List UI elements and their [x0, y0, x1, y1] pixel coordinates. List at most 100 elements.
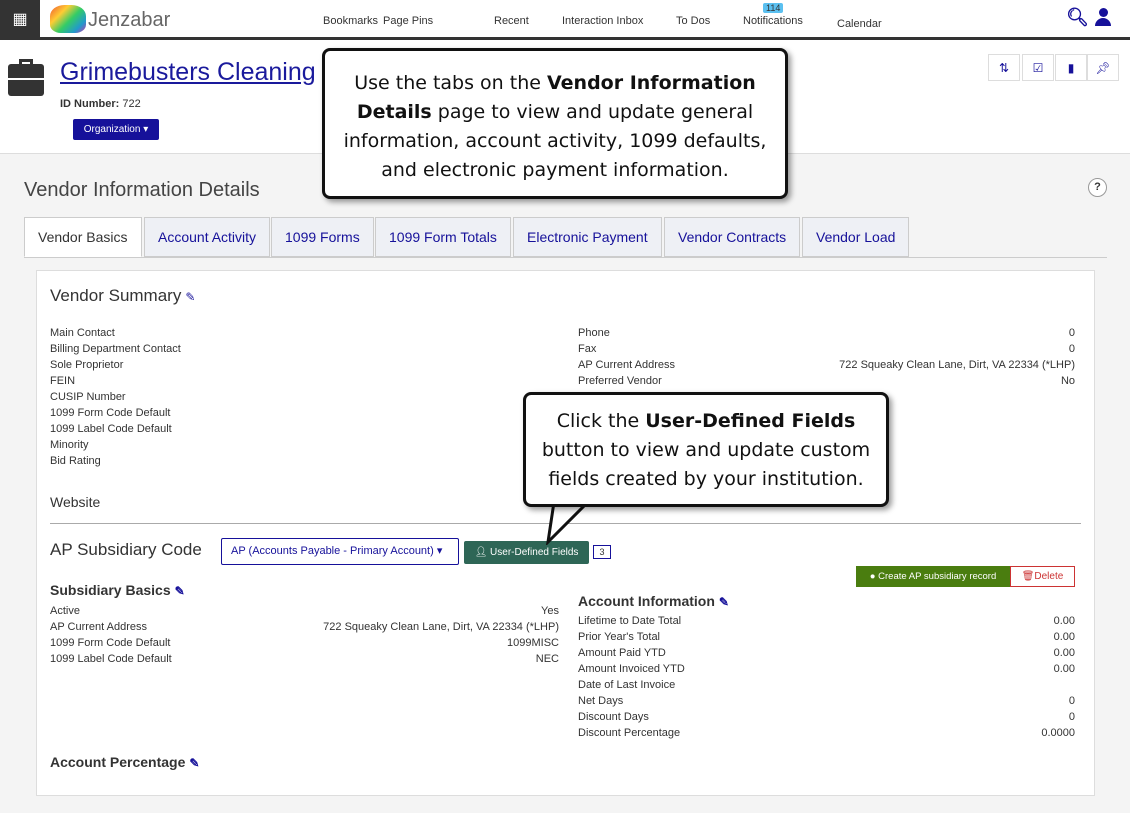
- search-icon[interactable]: 🔍︎: [1066, 7, 1089, 28]
- field-label: Lifetime to Date Total: [578, 615, 682, 627]
- field-label: Preferred Vendor: [578, 375, 662, 387]
- website-label: Website: [50, 494, 101, 510]
- edit-pencil-icon[interactable]: ✎: [185, 290, 195, 304]
- nav-calendar[interactable]: Calendar: [837, 18, 882, 30]
- edit-pencil-icon[interactable]: ✎: [175, 584, 185, 598]
- udf-count-badge: 3: [593, 545, 611, 559]
- edit-pencil-icon[interactable]: ✎: [189, 756, 199, 770]
- tabs-callout: Use the tabs on the Vendor Information D…: [322, 48, 788, 199]
- briefcase-icon: [8, 59, 44, 96]
- field-value: 0: [1068, 711, 1075, 723]
- tab-electronic-payment[interactable]: Electronic Payment: [513, 217, 662, 257]
- subsidiary-code-select[interactable]: AP (Accounts Payable - Primary Account) …: [221, 538, 459, 565]
- field-label: Billing Department Contact: [50, 343, 181, 355]
- summary-right-list: Phone 0 Fax 0 AP Current Address 722 Squeak…: [578, 325, 1075, 389]
- delete-button[interactable]: 🗑︎Delete: [1010, 566, 1075, 587]
- nav-to-dos[interactable]: To Dos: [676, 15, 710, 27]
- nav-notifications[interactable]: Notifications: [743, 15, 803, 27]
- organization-dropdown[interactable]: Organization ▾: [73, 119, 159, 140]
- ap-subsidiary-heading: AP Subsidiary Code: [50, 540, 202, 559]
- logo-text: Jenzabar: [88, 9, 171, 31]
- create-ap-subsidiary-button[interactable]: ● Create AP subsidiary record: [856, 566, 1010, 587]
- field-label: Date of Last Invoice: [578, 679, 676, 691]
- nav-recent[interactable]: Recent: [494, 15, 529, 27]
- field-label: FEIN: [50, 375, 76, 387]
- subsidiary-basics-list: Active Yes AP Current Address 722 Squeaky …: [50, 603, 559, 667]
- field-value: 0: [1068, 327, 1075, 339]
- checklist-icon[interactable]: ☑: [1022, 54, 1054, 81]
- help-icon[interactable]: ?: [1088, 178, 1107, 197]
- delete-label: Delete: [1034, 571, 1064, 582]
- field-label: 1099 Label Code Default: [50, 423, 172, 435]
- subsidiary-select-value: AP (Accounts Payable - Primary Account): [231, 545, 434, 557]
- edit-pencil-icon[interactable]: ✎: [719, 595, 729, 609]
- trash-icon: 🗑︎: [1021, 571, 1035, 582]
- nav-bookmarks[interactable]: Bookmarks: [323, 15, 378, 27]
- jenzabar-logo-icon: [50, 5, 86, 33]
- bookmark-icon[interactable]: ▮: [1055, 54, 1087, 81]
- udf-label: User-Defined Fields: [490, 547, 579, 558]
- tab-1099-form-totals[interactable]: 1099 Form Totals: [375, 217, 511, 257]
- create-label: Create AP subsidiary record: [878, 571, 997, 582]
- tab-account-activity[interactable]: Account Activity: [144, 217, 271, 257]
- field-label: Net Days: [578, 695, 624, 707]
- field-value: 0: [1068, 343, 1075, 355]
- field-value: 722 Squeaky Clean Lane, Dirt, VA 22334 (…: [323, 621, 559, 633]
- field-value: 722 Squeaky Clean Lane, Dirt, VA 22334 (…: [839, 359, 1075, 371]
- field-value: 1099MISC: [507, 637, 559, 649]
- field-label: 1099 Form Code Default: [50, 407, 171, 419]
- vendor-title-link[interactable]: Grimebusters Cleaning: [60, 58, 316, 87]
- user-edit-icon: 👤︎: [474, 547, 488, 558]
- id-label: ID Number:: [60, 98, 120, 110]
- field-value: 0.00: [1053, 647, 1075, 659]
- field-label: Phone: [578, 327, 610, 339]
- field-value: NEC: [535, 653, 559, 665]
- swap-icon[interactable]: ⇅: [988, 54, 1020, 81]
- tab-vendor-contracts[interactable]: Vendor Contracts: [664, 217, 801, 257]
- plus-circle-icon: ●: [869, 571, 876, 582]
- app-grid-icon[interactable]: ▦: [0, 0, 40, 38]
- field-label: 1099 Label Code Default: [50, 653, 172, 665]
- field-label: Minority: [50, 439, 89, 451]
- notifications-badge: 114: [763, 3, 784, 13]
- field-label: Prior Year's Total: [578, 631, 661, 643]
- summary-left-list: Main Contact Billing Department Contact …: [50, 325, 181, 469]
- field-value: 0.00: [1053, 631, 1075, 643]
- pin-icon[interactable]: 📌︎: [1087, 54, 1119, 81]
- field-label: Discount Days: [578, 711, 649, 723]
- field-value: Yes: [541, 605, 559, 617]
- subsidiary-basics-heading: Subsidiary Basics ✎: [50, 582, 185, 598]
- field-label: Sole Proprietor: [50, 359, 124, 371]
- udf-callout: Click the User-Defined Fields button to …: [523, 392, 889, 507]
- tab-1099-forms[interactable]: 1099 Forms: [271, 217, 374, 257]
- tab-vendor-basics[interactable]: Vendor Basics: [24, 217, 142, 257]
- field-label: CUSIP Number: [50, 391, 126, 403]
- account-information-list: Lifetime to Date Total 0.00 Prior Year's …: [578, 613, 1075, 741]
- field-label: Fax: [578, 343, 597, 355]
- field-label: Amount Invoiced YTD: [578, 663, 685, 675]
- field-label: 1099 Form Code Default: [50, 637, 171, 649]
- field-value: 0.00: [1053, 615, 1075, 627]
- field-label: Discount Percentage: [578, 727, 681, 739]
- tab-divider: [24, 257, 1107, 258]
- field-label: Bid Rating: [50, 455, 101, 467]
- page-title: Vendor Information Details: [24, 179, 260, 201]
- id-value: 722: [122, 98, 141, 110]
- field-label: Active: [50, 605, 80, 617]
- field-value: 0.0000: [1041, 727, 1075, 739]
- top-nav-bar: ▦ Jenzabar Bookmarks Page Pins Recent In…: [0, 0, 1130, 40]
- field-label: Amount Paid YTD: [578, 647, 666, 659]
- field-label: AP Current Address: [578, 359, 676, 371]
- account-information-heading: Account Information ✎: [578, 593, 729, 609]
- account-percentage-heading: Account Percentage ✎: [50, 754, 200, 770]
- field-value: No: [1060, 375, 1075, 387]
- nav-interaction-inbox[interactable]: Interaction Inbox: [562, 15, 643, 27]
- field-label: AP Current Address: [50, 621, 148, 633]
- field-value: 0: [1068, 695, 1075, 707]
- field-label: Main Contact: [50, 327, 115, 339]
- tab-vendor-load[interactable]: Vendor Load: [802, 217, 910, 257]
- field-value: 0.00: [1053, 663, 1075, 675]
- user-icon[interactable]: [1094, 8, 1112, 28]
- organization-label: Organization: [83, 124, 141, 135]
- nav-page-pins[interactable]: Page Pins: [383, 15, 433, 27]
